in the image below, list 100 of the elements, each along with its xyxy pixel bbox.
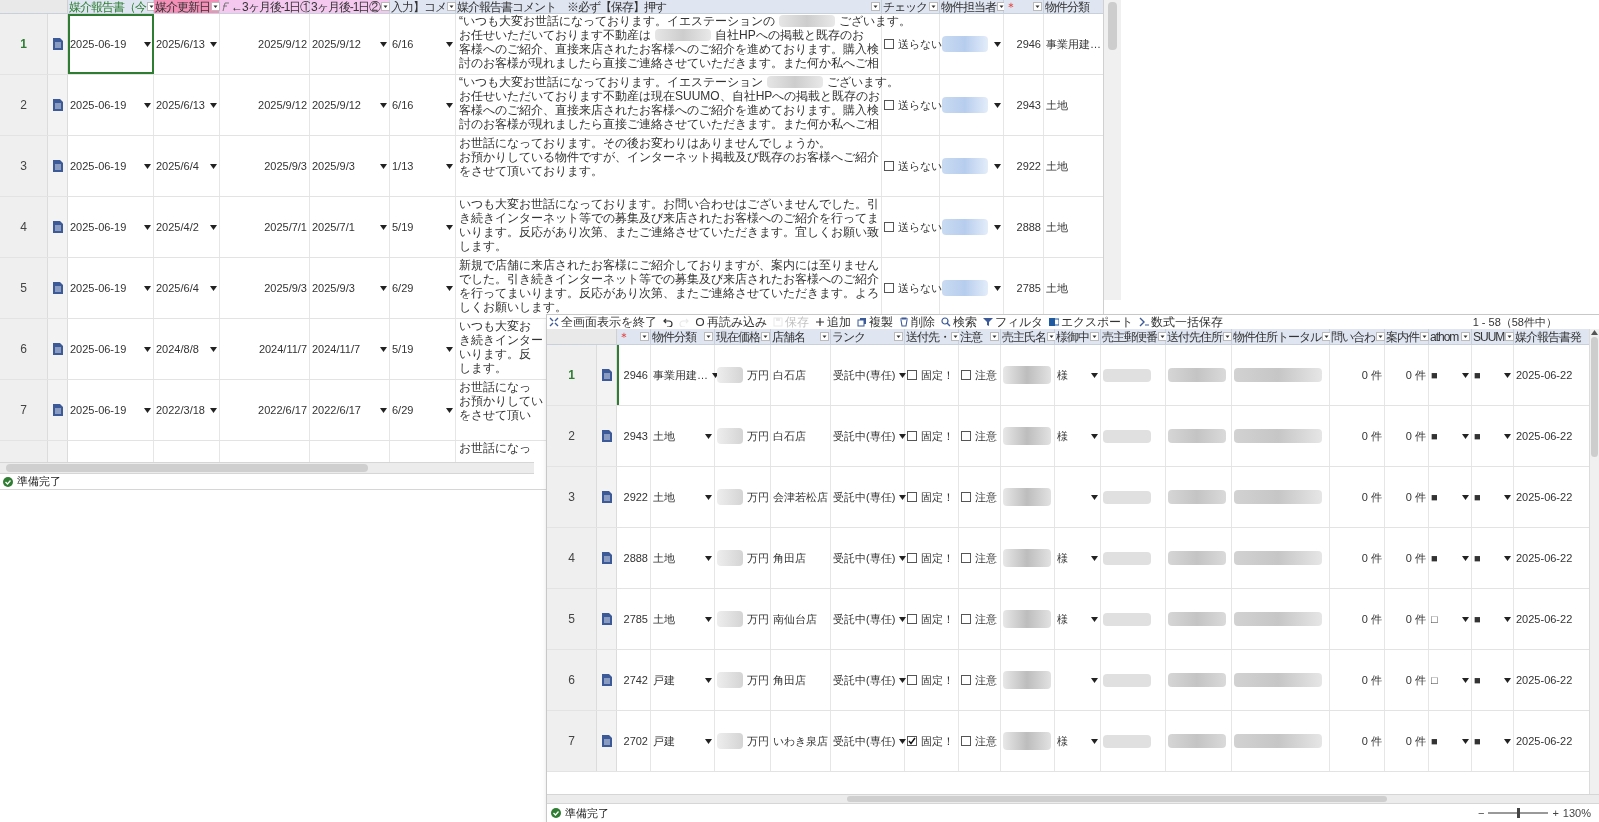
dropdown-cell[interactable]: 様 <box>1055 345 1101 405</box>
filter-dropdown-button[interactable] <box>990 332 999 341</box>
filter-dropdown-button[interactable] <box>1033 2 1042 11</box>
filter-dropdown-button[interactable] <box>1090 332 1099 341</box>
toolbar-button[interactable]: 複製 <box>857 315 893 329</box>
scrollbar-thumb[interactable] <box>847 796 1387 802</box>
column-header[interactable]: 売主郵便番 <box>1101 329 1166 344</box>
row-header[interactable]: 2 <box>547 406 597 466</box>
checkbox[interactable] <box>884 100 894 110</box>
dropdown-cell[interactable]: 1/13 <box>390 136 456 196</box>
zoom-out-button[interactable]: − <box>1478 804 1485 822</box>
dropdown-cell[interactable]: ■ <box>1429 406 1472 466</box>
column-header[interactable]: 売主氏名 <box>1001 329 1055 344</box>
row-header[interactable]: 5 <box>0 258 48 318</box>
dropdown-cell[interactable]: 2025-06-19 <box>68 258 154 318</box>
filter-dropdown-button[interactable] <box>1376 332 1385 341</box>
horizontal-scrollbar[interactable] <box>0 462 534 474</box>
filter-dropdown-button[interactable] <box>871 2 880 11</box>
checkbox[interactable] <box>907 492 917 502</box>
dropdown-cell[interactable]: 戸建 <box>651 711 715 771</box>
toolbar-button[interactable] <box>663 317 673 327</box>
dropdown-cell[interactable]: 様 <box>1055 589 1101 649</box>
filter-dropdown-button[interactable] <box>211 2 220 11</box>
dropdown-cell[interactable]: ■ <box>1472 650 1514 710</box>
dropdown-cell[interactable]: 受託中(専任) <box>831 528 905 588</box>
dropdown-cell[interactable]: □ <box>1429 650 1472 710</box>
dropdown-cell[interactable]: ■ <box>1472 711 1514 771</box>
checkbox[interactable] <box>907 431 917 441</box>
dropdown-cell[interactable]: 2025/4/2 <box>154 197 220 257</box>
filter-dropdown-button[interactable] <box>381 2 391 11</box>
filter-dropdown-button[interactable] <box>1223 332 1232 341</box>
dropdown-cell[interactable] <box>940 14 1004 74</box>
column-header[interactable]: 入力】コメ <box>390 0 456 13</box>
dropdown-cell[interactable]: 5/19 <box>390 319 456 379</box>
column-header[interactable]: 媒介報告書発 <box>1514 329 1589 344</box>
dropdown-cell[interactable]: 6/29 <box>390 258 456 318</box>
dropdown-cell[interactable]: 2025-06-19 <box>68 380 154 440</box>
checkbox[interactable] <box>907 736 917 746</box>
column-header[interactable]: 媒介報告書コメント ※必ず【保存】押す <box>456 0 882 13</box>
filter-dropdown-button[interactable] <box>640 332 649 341</box>
toolbar-button[interactable]: 検索 <box>941 315 977 329</box>
filter-dropdown-button[interactable] <box>820 332 829 341</box>
dropdown-cell[interactable]: 2025/9/3 <box>310 136 390 196</box>
dropdown-cell[interactable]: 2022/6/17 <box>310 380 390 440</box>
checkbox[interactable] <box>961 614 971 624</box>
dropdown-cell[interactable]: 2025/6/4 <box>154 258 220 318</box>
dropdown-cell[interactable]: 2025/9/3 <box>310 258 390 318</box>
column-header[interactable]: 注意 <box>959 329 1001 344</box>
toolbar-button[interactable]: 全画面表示を終了 <box>549 315 657 329</box>
scrollbar-thumb[interactable] <box>6 464 368 472</box>
toolbar-button[interactable]: 再読み込み <box>695 315 767 329</box>
dropdown-cell[interactable]: 2024/8/8 <box>154 319 220 379</box>
dropdown-cell[interactable]: 6/29 <box>390 380 456 440</box>
filter-dropdown-button[interactable] <box>929 2 938 11</box>
dropdown-cell[interactable]: 受託中(専任) <box>831 345 905 405</box>
filter-dropdown-button[interactable] <box>894 332 903 341</box>
slider-thumb[interactable] <box>1516 808 1520 818</box>
row-header[interactable]: 1 <box>0 14 48 74</box>
vertical-scrollbar[interactable] <box>1104 0 1121 300</box>
column-header[interactable]: 様御中 <box>1055 329 1101 344</box>
row-header[interactable]: 2 <box>0 75 48 135</box>
dropdown-cell[interactable]: 受託中(専任) <box>831 711 905 771</box>
dropdown-cell[interactable]: ■ <box>1472 345 1514 405</box>
dropdown-cell[interactable] <box>940 197 1004 257</box>
column-header[interactable]: 物件担当者 <box>940 0 1004 13</box>
dropdown-cell[interactable]: 土地 <box>651 467 715 527</box>
dropdown-cell[interactable]: 戸建 <box>651 650 715 710</box>
dropdown-cell[interactable]: 2025-06-19 <box>68 14 154 74</box>
checkbox[interactable] <box>884 161 894 171</box>
dropdown-cell[interactable]: 6/16 <box>390 14 456 74</box>
row-header[interactable]: 3 <box>0 136 48 196</box>
column-header[interactable]: SUUM <box>1472 329 1514 344</box>
column-header[interactable]: 店舗名 <box>771 329 831 344</box>
dropdown-cell[interactable]: 2025/7/1 <box>310 197 390 257</box>
dropdown-cell[interactable]: ■ <box>1472 467 1514 527</box>
row-header[interactable]: 4 <box>0 197 48 257</box>
dropdown-cell[interactable]: 2025/6/13 <box>154 14 220 74</box>
dropdown-cell[interactable]: 土地 <box>651 589 715 649</box>
dropdown-cell[interactable]: ■ <box>1472 589 1514 649</box>
dropdown-cell[interactable]: 受託中(専任) <box>831 467 905 527</box>
toolbar-button[interactable]: 削除 <box>899 315 935 329</box>
dropdown-cell[interactable] <box>940 136 1004 196</box>
column-header[interactable]: 現在価格 <box>715 329 771 344</box>
filter-dropdown-button[interactable] <box>1420 332 1429 341</box>
scrollbar-thumb[interactable] <box>1591 337 1598 457</box>
dropdown-cell[interactable]: 2025-06-19 <box>68 319 154 379</box>
dropdown-cell[interactable]: ■ <box>1429 345 1472 405</box>
checkbox[interactable] <box>884 39 894 49</box>
column-header[interactable]: 送付先・ <box>905 329 959 344</box>
dropdown-cell[interactable]: 2025-06-19 <box>68 136 154 196</box>
column-header[interactable]: 送付先住所 <box>1166 329 1232 344</box>
checkbox[interactable] <box>884 222 894 232</box>
dropdown-cell[interactable]: ■ <box>1472 528 1514 588</box>
dropdown-cell[interactable]: 受託中(専任) <box>831 406 905 466</box>
dropdown-cell[interactable]: □ <box>1429 589 1472 649</box>
dropdown-cell[interactable]: 6/16 <box>390 75 456 135</box>
column-header[interactable]: athom <box>1429 329 1472 344</box>
dropdown-cell[interactable]: 土地 <box>651 528 715 588</box>
dropdown-cell[interactable]: 2024/11/7 <box>310 319 390 379</box>
column-header[interactable]: ランク <box>831 329 905 344</box>
